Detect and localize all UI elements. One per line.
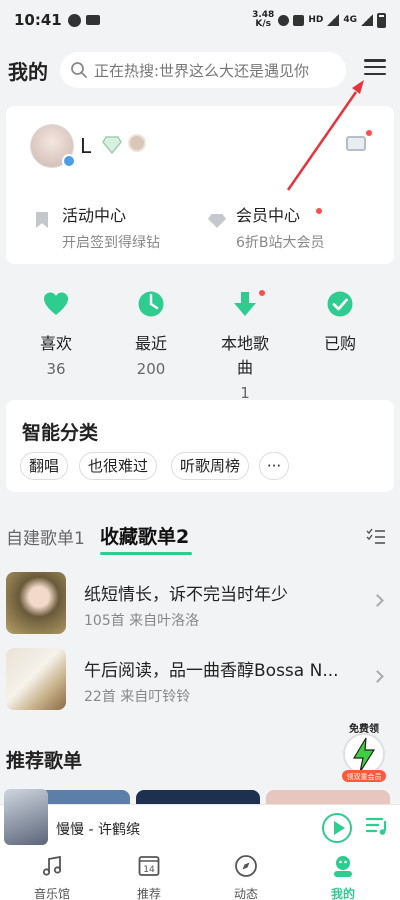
activity-center-label: 活动中心: [62, 206, 127, 225]
compass-icon: [235, 855, 257, 877]
chevron-right-icon: [371, 594, 384, 607]
download-icon: [234, 292, 256, 316]
tab-label: 我的: [330, 887, 355, 900]
heart-icon: [44, 292, 68, 315]
quick-item-likes[interactable]: 喜欢 36: [26, 290, 86, 378]
quick-item-label: 喜欢: [39, 334, 72, 353]
medal-icon[interactable]: [128, 134, 146, 152]
status-bar: 10:41 3.48 K/s HD 4G: [0, 0, 400, 40]
hd-label: HD: [308, 15, 324, 25]
status-time: 10:41: [14, 11, 62, 29]
play-button[interactable]: [322, 813, 352, 843]
category-chip[interactable]: 翻唱: [20, 452, 69, 480]
4g-label: 4G: [343, 15, 357, 25]
now-playing-song[interactable]: 慢慢 - 许鹤缤: [56, 819, 140, 839]
bottom-tabbar: 音乐馆 14 推荐 动态 我的: [0, 850, 400, 900]
tab-label: 推荐: [136, 887, 161, 900]
promo-bottom-text: 领双重会员: [347, 772, 382, 781]
alarm-icon: [278, 14, 290, 26]
playlist-subtitle: 22首 来自叮铃铃: [84, 689, 191, 705]
diamond-icon[interactable]: [102, 136, 122, 154]
list-manage-icon[interactable]: [366, 528, 386, 546]
playlist-cover: [6, 648, 66, 710]
mini-player[interactable]: 慢慢 - 许鹤缤: [0, 789, 400, 850]
smart-category-title: 智能分类: [22, 422, 99, 444]
music-note-icon: [42, 855, 62, 876]
battery-icon: [377, 12, 386, 28]
active-tab-indicator: [100, 552, 192, 555]
quick-access-row: 喜欢 36 最近 200 本地歌曲 1 已购: [0, 290, 400, 402]
activity-center-sub: 开启签到得绿钻: [62, 235, 160, 251]
check-icon: [327, 291, 353, 317]
profile-card: L 活动中心 开启签到得绿钻 会员中心 6折B站大会员: [6, 106, 394, 264]
signal-icon-2: [361, 14, 373, 26]
tab-dynamic[interactable]: 动态: [216, 854, 276, 900]
playlist-subtitle: 105首 来自叶洛洛: [84, 613, 200, 629]
quick-item-count: 200: [136, 360, 166, 378]
mail-icon[interactable]: [346, 136, 366, 151]
playlist-queue-icon[interactable]: [366, 815, 388, 837]
playlist-tabs: 自建歌单1 收藏歌单2: [0, 520, 400, 556]
vip-center-sub: 6折B站大会员: [236, 235, 325, 251]
clock-icon: [138, 291, 164, 317]
playlist-title: 纸短情长，诉不完当时年少: [84, 585, 288, 605]
username[interactable]: L: [80, 134, 91, 158]
calendar-icon: 14: [138, 856, 160, 876]
activity-center-entry[interactable]: 活动中心 开启签到得绿钻: [62, 202, 160, 252]
quick-item-label: 已购: [323, 334, 356, 353]
calendar-day: 14: [143, 865, 155, 875]
tab-label: 动态: [233, 887, 258, 900]
tab-created-playlists[interactable]: 自建歌单1: [6, 524, 85, 549]
vip-center-entry[interactable]: 会员中心 6折B站大会员: [236, 202, 325, 252]
more-chip[interactable]: ···: [259, 452, 289, 480]
menu-icon[interactable]: [364, 56, 386, 78]
search-icon: [71, 62, 87, 78]
tab-label: 音乐馆: [33, 887, 70, 900]
local-notification-dot: [259, 290, 265, 296]
tab-mine[interactable]: 我的: [313, 854, 373, 900]
verified-badge-icon: [62, 154, 76, 168]
header: 我的 正在热搜:世界这么大还是遇见你: [0, 48, 400, 92]
globe-icon: [67, 13, 81, 27]
promo-badge[interactable]: 免费领 领双重会员: [332, 722, 396, 786]
quick-item-recent[interactable]: 最近 200: [121, 290, 181, 378]
quick-item-local[interactable]: 本地歌曲 1: [215, 290, 275, 402]
bookmark-icon: [36, 212, 48, 228]
tab-music-hall[interactable]: 音乐馆: [22, 854, 82, 900]
signal-icon: [327, 14, 340, 26]
quick-item-purchased[interactable]: 已购: [310, 290, 370, 360]
search-input[interactable]: 正在热搜:世界这么大还是遇见你: [60, 52, 346, 88]
tab-collected-playlists[interactable]: 收藏歌单2: [100, 522, 189, 549]
quick-item-count: 36: [46, 360, 66, 378]
playlist-item[interactable]: 纸短情长，诉不完当时年少 105首 来自叶洛洛: [0, 570, 400, 640]
mail-notification-dot: [366, 130, 372, 136]
page-title: 我的: [8, 59, 48, 84]
recommend-title: 推荐歌单: [6, 750, 83, 772]
search-placeholder: 正在热搜:世界这么大还是遇见你: [94, 61, 310, 80]
quick-item-label: 本地歌曲: [220, 334, 269, 377]
album-art[interactable]: [4, 789, 48, 845]
smart-category-card: 智能分类 翻唱 也很难过 听歌周榜 ···: [6, 400, 394, 492]
mute-icon: [293, 14, 305, 26]
category-chip[interactable]: 也很难过: [79, 452, 158, 480]
vip-center-label: 会员中心: [236, 206, 301, 225]
chevron-right-icon: [371, 670, 384, 683]
network-speed: 3.48 K/s: [252, 11, 274, 29]
camera-icon: [85, 15, 100, 25]
category-chip[interactable]: 听歌周榜: [171, 452, 250, 480]
playlist-item[interactable]: 午后阅读，品一曲香醇Bossa N... 22首 来自叮铃铃: [0, 646, 400, 716]
vip-notification-dot: [316, 208, 322, 214]
playlist-cover: [6, 572, 66, 634]
quick-item-label: 最近: [134, 334, 167, 353]
vip-diamond-icon: [208, 214, 226, 228]
profile-icon: [334, 856, 352, 877]
playlist-title: 午后阅读，品一曲香醇Bossa N...: [84, 661, 339, 681]
speed-unit: K/s: [255, 19, 272, 29]
promo-top-text: 免费领: [349, 722, 379, 735]
tab-recommend[interactable]: 14 推荐: [119, 854, 179, 900]
